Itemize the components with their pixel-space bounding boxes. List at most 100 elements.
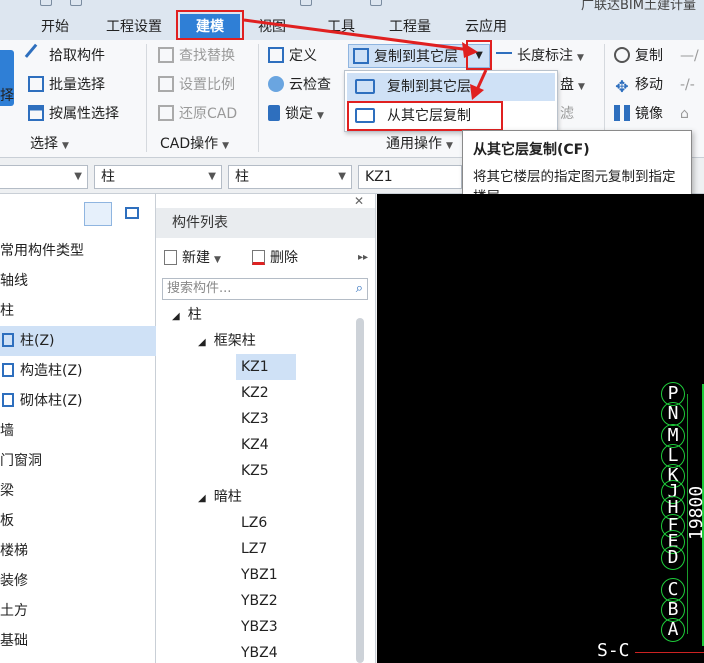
- search-icon[interactable]: ⌕: [356, 279, 363, 299]
- list-item[interactable]: YBZ2: [241, 588, 278, 614]
- floor-select[interactable]: ▼: [0, 165, 88, 189]
- menu-item-copy-to-other-layer[interactable]: 复制到其它层: [347, 73, 555, 101]
- group-label-select[interactable]: 选择 ▼: [30, 134, 69, 154]
- new-component-button[interactable]: 新建 ▼: [164, 244, 221, 274]
- group-divider: [146, 44, 147, 152]
- grid-view-icon[interactable]: [120, 202, 144, 226]
- define-label: 定义: [289, 48, 317, 64]
- chevron-down-icon: ▼: [74, 171, 82, 182]
- component-name-select[interactable]: KZ1: [358, 165, 462, 189]
- cloud-check-button[interactable]: 云检查: [268, 73, 331, 97]
- tab-quantities[interactable]: 工程量: [380, 16, 440, 38]
- partial-label: 盘: [560, 77, 574, 93]
- tree-item[interactable]: 基础: [0, 626, 156, 656]
- tree-group[interactable]: ◢ 框架柱: [198, 328, 256, 354]
- tree-item[interactable]: 板: [0, 506, 156, 536]
- group-label-cad[interactable]: CAD操作 ▼: [160, 134, 229, 154]
- stamp-tool-icon[interactable]: ⌂: [680, 102, 689, 126]
- pick-component-button[interactable]: 拾取构件: [24, 43, 105, 68]
- list-item[interactable]: YBZ4: [241, 640, 278, 663]
- tree-item[interactable]: 常用构件类型: [0, 236, 156, 266]
- title-bar: 广联达BIM土建计量: [0, 0, 704, 13]
- menu-item-copy-to-label: 复制到其它层: [387, 79, 471, 95]
- copy-label: 复制: [635, 48, 663, 64]
- move-button[interactable]: ✥ 移动: [614, 73, 663, 97]
- define-button[interactable]: 定义: [268, 44, 317, 68]
- quick-access-icon[interactable]: [370, 0, 382, 6]
- find-replace-button[interactable]: 查找替换: [158, 44, 235, 68]
- quick-access-icon[interactable]: [40, 0, 52, 6]
- tree-item[interactable]: 门窗洞: [0, 446, 156, 476]
- lock-icon: [268, 105, 280, 121]
- copy-button[interactable]: 复制: [614, 44, 663, 68]
- tab-project-settings[interactable]: 工程设置: [96, 16, 172, 38]
- list-item[interactable]: KZ3: [241, 406, 269, 432]
- mirror-button[interactable]: 镜像: [614, 102, 663, 126]
- set-scale-button[interactable]: 设置比例: [158, 73, 235, 97]
- list-item[interactable]: LZ7: [241, 536, 267, 562]
- tree-item[interactable]: 墙: [0, 416, 156, 446]
- component-search-input[interactable]: 搜索构件... ⌕: [162, 278, 368, 300]
- component-type-tree: 常用构件类型 轴线 柱 柱(Z) 构造柱(Z) 砌体柱(Z) 墙 门窗洞 梁 板…: [0, 194, 156, 663]
- tree-item[interactable]: 装修: [0, 566, 156, 596]
- delete-label: 删除: [270, 250, 298, 266]
- line-tool-icon[interactable]: -/-: [680, 73, 695, 97]
- drawing-canvas[interactable]: P N M L K J H F E D C B A 19800 S-C: [377, 194, 704, 663]
- length-mark-label: 长度标注: [517, 48, 573, 64]
- length-mark-button[interactable]: 长度标注 ▼: [496, 44, 584, 68]
- tree-item[interactable]: 楼梯: [0, 536, 156, 566]
- batch-select-icon: [28, 76, 44, 92]
- tab-cloud[interactable]: 云应用: [456, 16, 516, 38]
- group-divider: [258, 44, 259, 152]
- select-button-label[interactable]: 择: [0, 84, 14, 108]
- new-label: 新建: [182, 250, 210, 266]
- delete-icon: [252, 250, 265, 265]
- tree-item[interactable]: 柱: [0, 296, 156, 326]
- line-tool-icon[interactable]: —/: [680, 44, 699, 68]
- tree-group[interactable]: ◢ 暗柱: [198, 484, 242, 510]
- axis-bubble: A: [661, 618, 685, 642]
- list-item[interactable]: KZ2: [241, 380, 269, 406]
- tree-item-selected[interactable]: 柱(Z): [0, 326, 156, 356]
- cloud-icon: [268, 76, 284, 92]
- list-item-selected[interactable]: KZ1: [236, 354, 296, 380]
- component-list-toolbar: 新建 ▼ 删除 ▸▸: [156, 244, 375, 272]
- list-item[interactable]: YBZ3: [241, 614, 278, 640]
- ribbon-partial-item[interactable]: 盘 ▼: [560, 73, 585, 97]
- group-common-text: 通用操作: [386, 136, 442, 152]
- batch-select-button[interactable]: 批量选择: [28, 73, 105, 97]
- component-type-select[interactable]: 柱 ▼: [94, 165, 222, 189]
- component-type-value: 柱: [101, 169, 115, 185]
- component-subtype-select[interactable]: 柱 ▼: [228, 165, 352, 189]
- close-icon[interactable]: ✕: [354, 194, 364, 208]
- list-item[interactable]: KZ5: [241, 458, 269, 484]
- list-item[interactable]: YBZ1: [241, 562, 278, 588]
- restore-cad-button[interactable]: 还原CAD: [158, 102, 237, 126]
- tab-view[interactable]: 视图: [248, 16, 296, 38]
- lock-button[interactable]: 锁定 ▼: [268, 102, 324, 126]
- select-by-property-button[interactable]: 按属性选择: [28, 102, 119, 126]
- tree-root[interactable]: ◢ 柱: [172, 302, 202, 328]
- tree-item[interactable]: 土方: [0, 596, 156, 626]
- find-replace-icon: [158, 47, 174, 63]
- tree-item[interactable]: 砌体柱(Z): [0, 386, 156, 416]
- ribbon-partial-item[interactable]: 滤: [560, 102, 574, 126]
- tab-start[interactable]: 开始: [30, 16, 80, 38]
- more-icon[interactable]: ▸▸: [358, 244, 368, 272]
- tree-item[interactable]: 轴线: [0, 266, 156, 296]
- group-label-common[interactable]: 通用操作 ▼: [386, 134, 453, 154]
- section-label: S-C: [597, 640, 630, 661]
- tree-item[interactable]: 构造柱(Z): [0, 356, 156, 386]
- delete-component-button[interactable]: 删除: [252, 244, 298, 272]
- quick-access-icon[interactable]: [70, 0, 82, 6]
- tab-tools[interactable]: 工具: [316, 16, 366, 38]
- component-list-scrollbar[interactable]: [356, 318, 364, 663]
- list-view-icon[interactable]: [84, 202, 112, 226]
- list-item[interactable]: KZ4: [241, 432, 269, 458]
- masonry-column-icon: [2, 393, 14, 407]
- quick-access-icon[interactable]: [300, 0, 312, 6]
- list-item[interactable]: LZ6: [241, 510, 267, 536]
- component-list-panel: ✕ 构件列表 新建 ▼ 删除 ▸▸ 搜索构件... ⌕ ◢ 柱 ◢ 框架柱 KZ1 KZ…: [156, 194, 376, 663]
- tree-item-label: 柱(Z): [20, 333, 55, 349]
- tree-item[interactable]: 梁: [0, 476, 156, 506]
